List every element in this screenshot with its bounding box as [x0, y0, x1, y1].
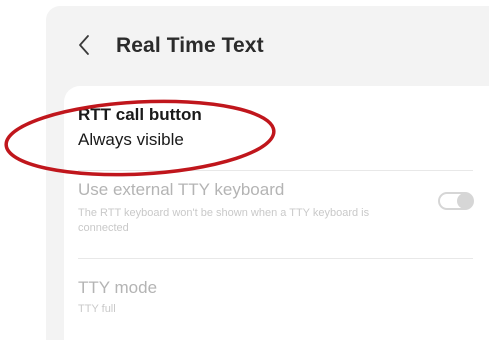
page-title: Real Time Text — [116, 34, 264, 57]
setting-use-external-tty-keyboard[interactable]: Use external TTY keyboard The RTT keyboa… — [64, 170, 489, 254]
setting-title: TTY mode — [78, 278, 158, 297]
toggle-knob — [457, 193, 473, 209]
back-button[interactable] — [74, 33, 94, 57]
setting-title: Use external TTY keyboard — [78, 180, 285, 199]
setting-value: TTY full — [78, 303, 116, 315]
setting-rtt-call-button[interactable]: RTT call button Always visible — [64, 86, 489, 170]
divider — [78, 258, 473, 259]
setting-description: The RTT keyboard won't be shown when a T… — [78, 207, 370, 234]
setting-value: Always visible — [78, 130, 184, 149]
chevron-left-icon — [79, 35, 89, 55]
settings-screen: Real Time Text RTT call button Always vi… — [46, 6, 489, 340]
app-header: Real Time Text — [46, 6, 489, 82]
settings-list: RTT call button Always visible Use exter… — [64, 86, 489, 340]
external-tty-keyboard-toggle[interactable] — [438, 192, 474, 210]
setting-tty-mode[interactable]: TTY mode TTY full — [64, 268, 489, 340]
setting-title: RTT call button — [78, 105, 202, 124]
